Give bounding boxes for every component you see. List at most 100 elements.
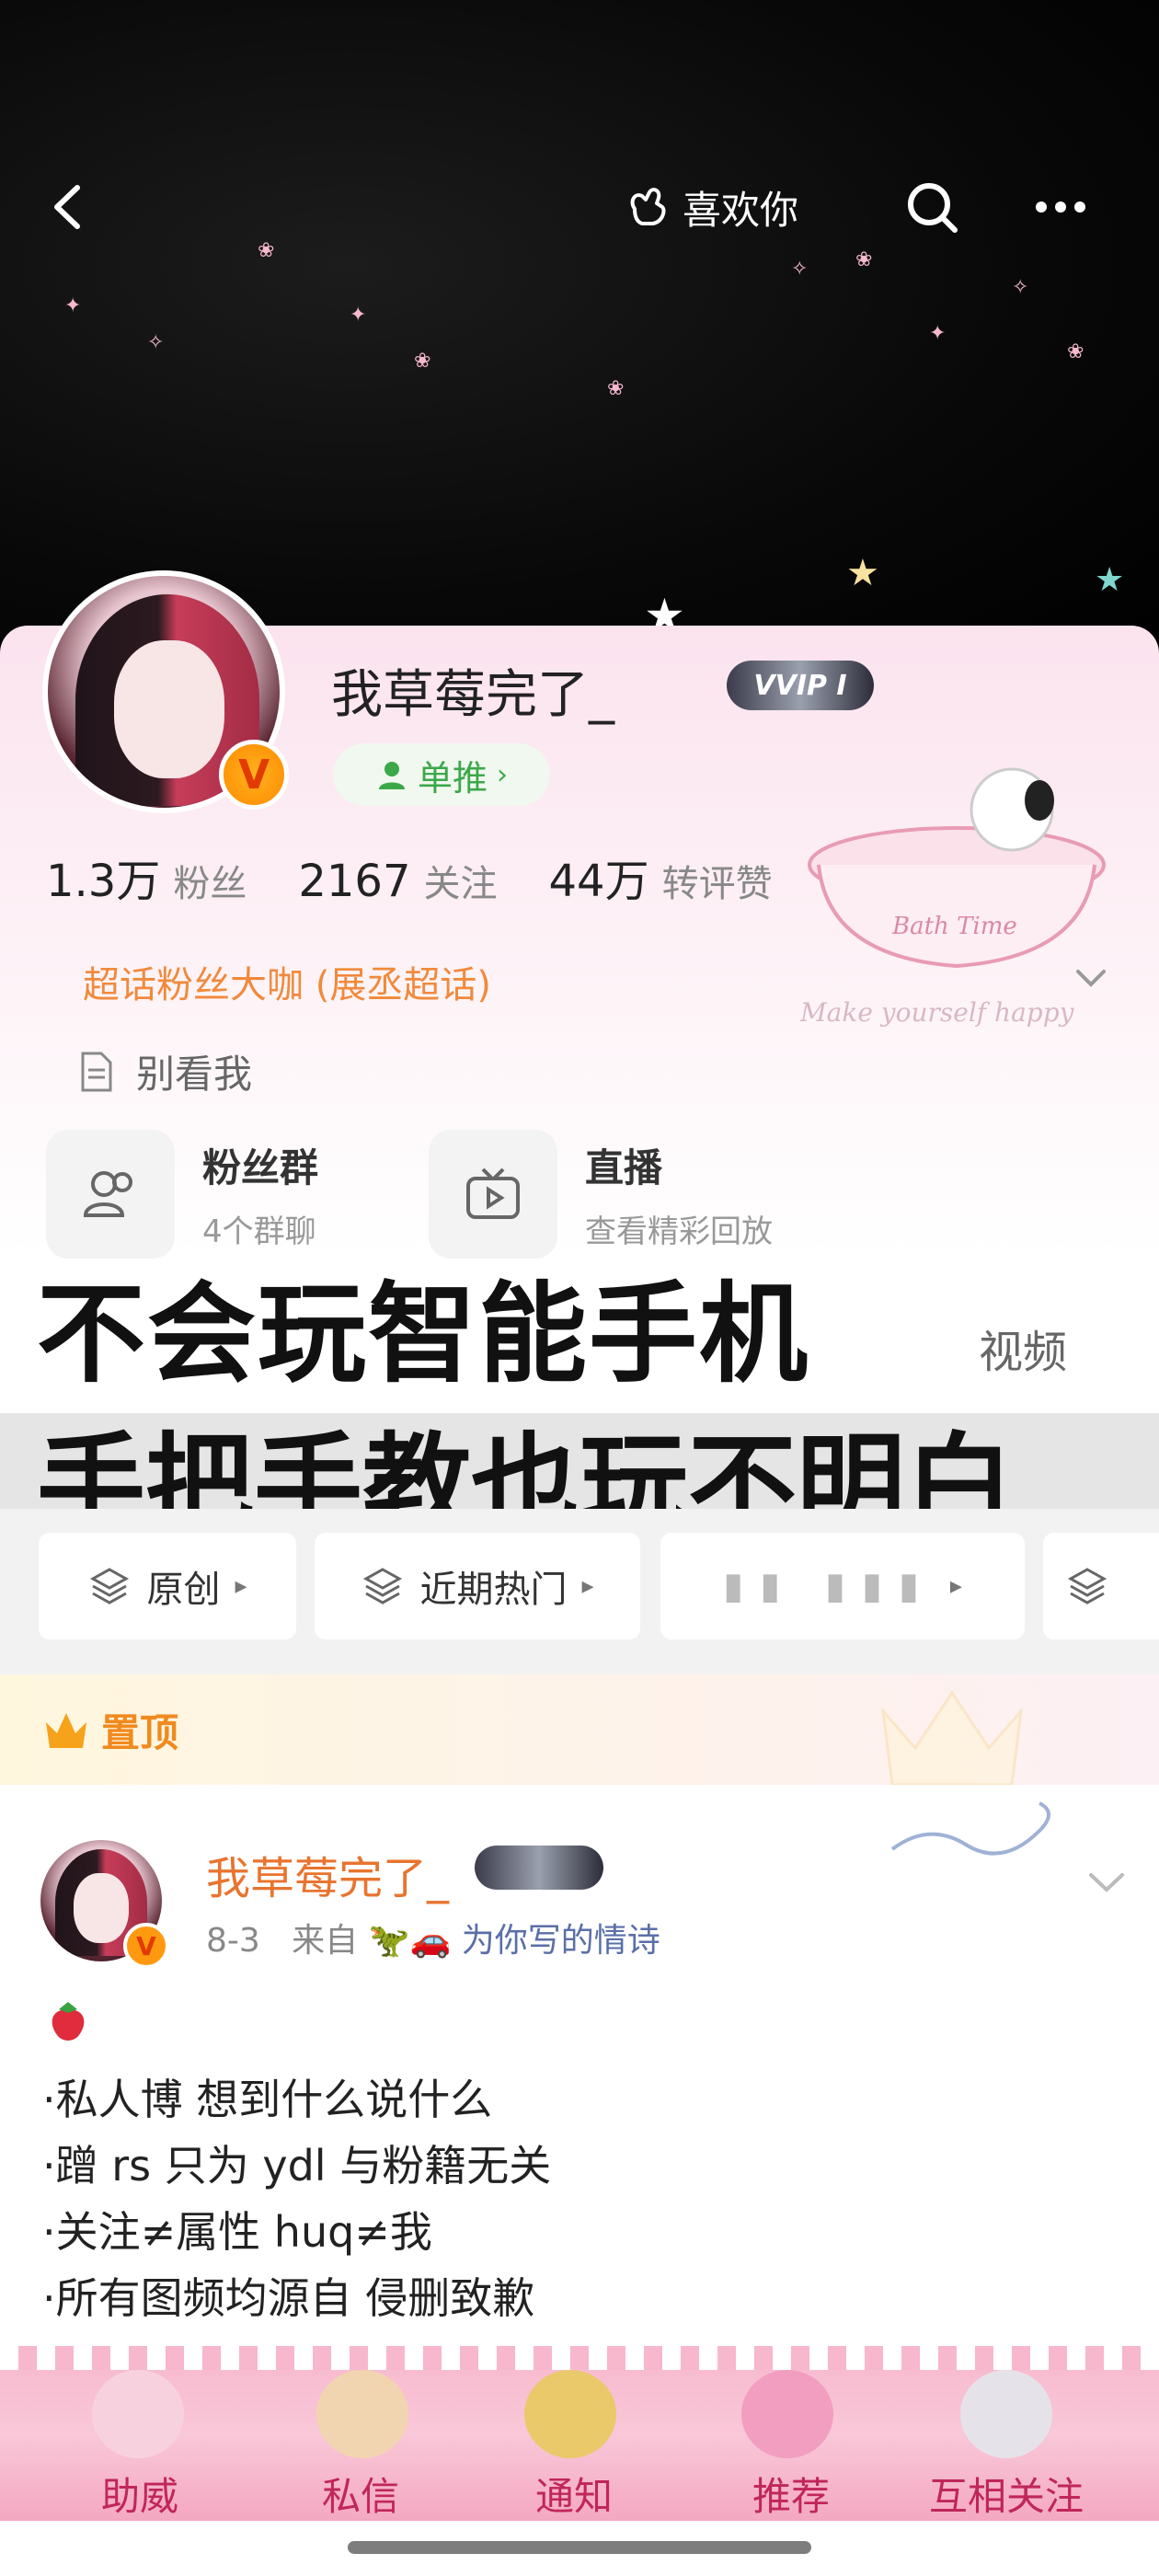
post-author-name[interactable]: 我草莓完了_ xyxy=(206,1842,449,1906)
single-push-button[interactable]: 单推 › xyxy=(333,743,550,806)
chevron-right-icon: › xyxy=(497,758,508,791)
document-icon xyxy=(81,1052,112,1091)
gift-icon xyxy=(741,2370,833,2458)
home-indicator[interactable] xyxy=(348,2541,811,2554)
sparkle-decoration: ✦ xyxy=(350,304,367,327)
verified-badge-icon: V xyxy=(219,740,289,810)
butterfly-decoration: ❀ xyxy=(855,248,873,271)
post-line: ·蹭 rs 只为 ydl 与粉籍无关 xyxy=(42,2141,552,2191)
butterfly-decoration: ❀ xyxy=(1067,340,1084,363)
layers-icon xyxy=(1067,1568,1107,1604)
svg-text:Make yourself happy: Make yourself happy xyxy=(799,997,1075,1028)
sparkle-decoration: ✧ xyxy=(791,258,809,281)
superfan-title[interactable]: 超话粉丝大咖 (展丞超话) xyxy=(83,955,491,1008)
person-icon xyxy=(378,762,405,789)
star-decoration: ★ xyxy=(1095,561,1125,599)
post-meta: 8-3 来自 🦖🚗 为你写的情诗 xyxy=(206,1914,660,1961)
filter-chips-bar: 原创 ▸ 近期热门 ▸ ▮▮ ▮▮▮ ▸ xyxy=(0,1509,1159,1674)
chip-more[interactable] xyxy=(1043,1533,1159,1639)
mask-icon xyxy=(524,2370,616,2458)
vvip-badge[interactable]: VVIP I xyxy=(727,661,874,710)
back-button[interactable] xyxy=(37,175,101,239)
chip-recent-hot-label: 近期热门 xyxy=(419,1569,568,1611)
cat-icon xyxy=(960,2370,1052,2458)
chevron-down-icon[interactable] xyxy=(1071,957,1111,997)
star-decoration: ★ xyxy=(846,552,879,594)
like-you-button[interactable]: 喜欢你 xyxy=(622,177,798,237)
caret-right-icon: ▸ xyxy=(581,1572,594,1600)
chip-original-label: 原创 xyxy=(146,1569,221,1611)
chip-redacted[interactable]: ▮▮ ▮▮▮ ▸ xyxy=(660,1533,1025,1639)
layers-icon xyxy=(363,1568,403,1604)
sparkle-decoration: ✦ xyxy=(929,322,947,345)
profile-bio: 别看我 xyxy=(74,1043,252,1099)
post-verified-badge-icon: V xyxy=(123,1923,169,1969)
strawberry-icon xyxy=(42,1996,551,2066)
live-subtitle: 查看精彩回放 xyxy=(585,1213,773,1250)
nav-cheer[interactable]: 助威 xyxy=(101,2466,178,2522)
redacted-text: ▮▮ ▮▮▮ xyxy=(723,1565,935,1607)
like-you-label: 喜欢你 xyxy=(683,187,799,233)
likes-count: 44万 xyxy=(548,856,649,907)
nav-mutual-follow[interactable]: 互相关注 xyxy=(929,2466,1084,2522)
nav-messages[interactable]: 私信 xyxy=(322,2466,399,2522)
toast-icon xyxy=(316,2370,408,2458)
post-body: ·私人博 想到什么说什么 ·蹭 rs 只为 ydl 与粉籍无关 ·关注≠属性 h… xyxy=(42,1996,551,2331)
fan-group-subtitle: 4个群聊 xyxy=(202,1213,316,1250)
fan-group-title: 粉丝群 xyxy=(202,1145,319,1190)
live-title: 直播 xyxy=(585,1145,663,1190)
layers-icon xyxy=(90,1568,130,1604)
bathtub-illustration: Bath Time Make yourself happy xyxy=(799,767,1106,1028)
likes-label: 转评赞 xyxy=(661,863,773,905)
post-line: ·私人博 想到什么说什么 xyxy=(42,2075,493,2124)
people-icon xyxy=(83,1171,132,1217)
bio-text: 别看我 xyxy=(136,1052,253,1097)
svg-text:Bath Time: Bath Time xyxy=(891,913,1017,940)
feature-tiles: 粉丝群 4个群聊 直播 查看精彩回放 xyxy=(46,1130,1113,1259)
single-push-label: 单推 xyxy=(417,757,488,799)
post-line: ·所有图频均源自 侵删致歉 xyxy=(42,2273,535,2323)
dino-car-icon: 🦖🚗 xyxy=(368,1922,452,1960)
sparkle-decoration: ✧ xyxy=(1012,276,1029,299)
profile-stats: 1.3万 粉丝 2167 关注 44万 转评赞 xyxy=(46,845,824,909)
caret-right-icon: ▸ xyxy=(235,1572,247,1600)
profile-banner: ✦ ✧ ❀ ✦ ❀ ❀ ✧ ❀ ✦ ✧ ❀ ★ ★ ★ xyxy=(0,0,1159,662)
post-date: 8-3 xyxy=(206,1922,260,1960)
chip-original[interactable]: 原创 ▸ xyxy=(39,1533,296,1639)
nav-notifications[interactable]: 通知 xyxy=(535,2466,613,2522)
chevron-down-icon[interactable] xyxy=(1084,1858,1130,1904)
live-tile[interactable]: 直播 查看精彩回放 xyxy=(429,1130,773,1259)
caption-line-1: 不会玩智能手机 xyxy=(37,1271,810,1397)
more-button[interactable] xyxy=(1028,175,1093,239)
post-vvip-badge[interactable] xyxy=(475,1846,603,1890)
lace-decoration xyxy=(0,2346,1159,2370)
butterfly-decoration: ❀ xyxy=(607,377,625,400)
post-from-prefix: 来自 xyxy=(292,1922,359,1960)
fan-group-tile[interactable]: 粉丝群 4个群聊 xyxy=(46,1130,318,1259)
chip-recent-hot[interactable]: 近期热门 ▸ xyxy=(315,1533,640,1639)
crown-watermark-icon xyxy=(880,1690,1024,1787)
status-bar xyxy=(55,53,1104,99)
caret-right-icon: ▸ xyxy=(949,1572,962,1600)
profile-username: 我草莓完了_ xyxy=(331,665,614,725)
followers-count[interactable]: 1.3万 xyxy=(46,845,160,909)
pinned-label: 置顶 xyxy=(42,1702,178,1758)
tab-video[interactable]: 视频 xyxy=(979,1316,1067,1380)
following-count[interactable]: 2167 xyxy=(298,856,410,907)
search-button[interactable] xyxy=(900,175,964,239)
more-dots-icon xyxy=(1036,201,1085,213)
sparkle-decoration: ✦ xyxy=(64,294,82,317)
search-icon xyxy=(908,183,958,233)
following-label[interactable]: 关注 xyxy=(424,854,498,907)
sparkle-decoration: ✧ xyxy=(147,331,165,354)
chevron-left-icon xyxy=(54,185,80,229)
tv-icon xyxy=(466,1167,520,1219)
crown-icon xyxy=(46,1712,86,1748)
top-navigation: 喜欢你 xyxy=(0,166,1159,248)
nav-recommend[interactable]: 推荐 xyxy=(752,2466,830,2522)
butterfly-decoration: ❀ xyxy=(414,350,431,373)
wave-decoration xyxy=(890,1801,1050,1856)
heart-hand-icon xyxy=(630,188,666,225)
post-source[interactable]: 为你写的情诗 xyxy=(462,1922,660,1960)
followers-label[interactable]: 粉丝 xyxy=(173,854,247,907)
